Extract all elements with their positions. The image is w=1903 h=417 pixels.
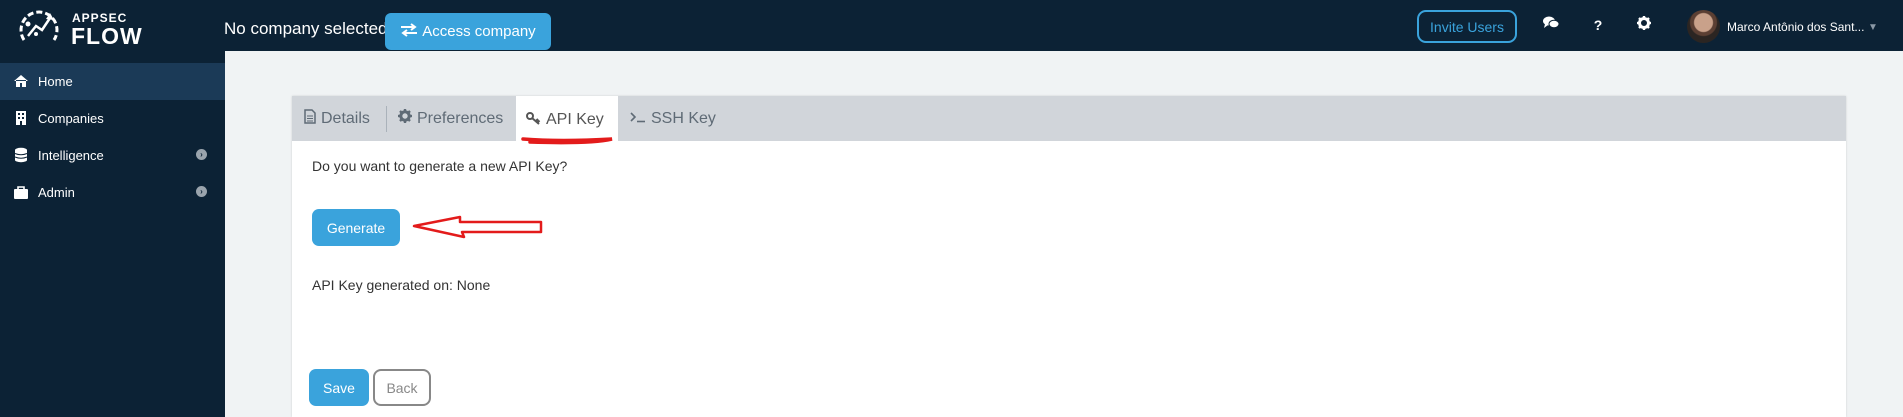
invite-users-label: Invite Users	[1430, 18, 1504, 35]
tab-ssh-key[interactable]: SSH Key	[620, 96, 726, 141]
tab-label: SSH Key	[651, 109, 716, 127]
user-avatar[interactable]	[1687, 10, 1720, 43]
invite-users-button[interactable]: Invite Users	[1417, 10, 1517, 43]
terminal-icon	[630, 110, 646, 128]
back-button[interactable]: Back	[373, 369, 431, 406]
api-key-panel: Details Preferences API Key SSH Key Do y…	[292, 96, 1846, 417]
sidebar-item-label: Intelligence	[38, 148, 104, 163]
sidebar: Home Companies Intelligence › Admin ›	[0, 51, 225, 417]
generate-api-key-button[interactable]: Generate	[312, 209, 400, 246]
tab-details[interactable]: Details	[294, 96, 380, 141]
database-icon	[13, 147, 29, 163]
save-button[interactable]: Save	[309, 369, 369, 406]
sidebar-item-admin[interactable]: Admin ›	[0, 174, 225, 211]
key-icon	[526, 111, 541, 130]
gear-icon[interactable]	[1634, 16, 1654, 33]
access-company-button[interactable]: Access company	[385, 13, 551, 50]
api-key-generated-on: API Key generated on: None	[312, 277, 491, 293]
sidebar-item-label: Admin	[38, 185, 75, 200]
brand-line2: FLOW	[71, 23, 143, 49]
top-bar: APPSEC FLOW No company selected Access c…	[0, 0, 1903, 51]
appsec-flow-logo[interactable]: APPSEC FLOW	[14, 4, 154, 49]
access-company-label: Access company	[422, 23, 536, 40]
annotation-underline	[521, 137, 613, 145]
save-label: Save	[323, 379, 355, 396]
building-icon	[13, 110, 29, 126]
document-icon	[304, 108, 316, 129]
generate-question: Do you want to generate a new API Key?	[312, 158, 568, 174]
swap-arrows-icon	[400, 22, 418, 41]
sidebar-item-intelligence[interactable]: Intelligence ›	[0, 137, 225, 174]
back-label: Back	[386, 379, 418, 396]
help-label: ?	[1593, 17, 1603, 33]
gear-icon	[398, 109, 412, 128]
sidebar-item-label: Home	[38, 74, 73, 89]
logo-mark-icon	[19, 10, 59, 41]
sidebar-item-home[interactable]: Home	[0, 63, 225, 100]
tab-label: Preferences	[417, 109, 504, 127]
company-status: No company selected	[224, 19, 388, 38]
sidebar-item-label: Companies	[38, 111, 104, 126]
annotation-arrow	[412, 215, 543, 239]
help-icon[interactable]: ?	[1588, 17, 1608, 33]
home-icon	[13, 73, 29, 89]
sidebar-item-companies[interactable]: Companies	[0, 100, 225, 137]
tab-label: API Key	[546, 111, 604, 128]
briefcase-icon	[13, 184, 29, 200]
tab-divider	[386, 106, 387, 132]
chat-icon[interactable]	[1541, 16, 1561, 33]
tab-label: Details	[321, 109, 370, 127]
tab-preferences[interactable]: Preferences	[388, 96, 513, 141]
caret-down-icon[interactable]: ▼	[1868, 22, 1878, 33]
chevron-right-icon[interactable]: ›	[196, 186, 207, 197]
user-name[interactable]: Marco Antônio dos Sant...	[1727, 20, 1864, 34]
chevron-right-icon[interactable]: ›	[196, 149, 207, 160]
generate-label: Generate	[326, 219, 386, 236]
